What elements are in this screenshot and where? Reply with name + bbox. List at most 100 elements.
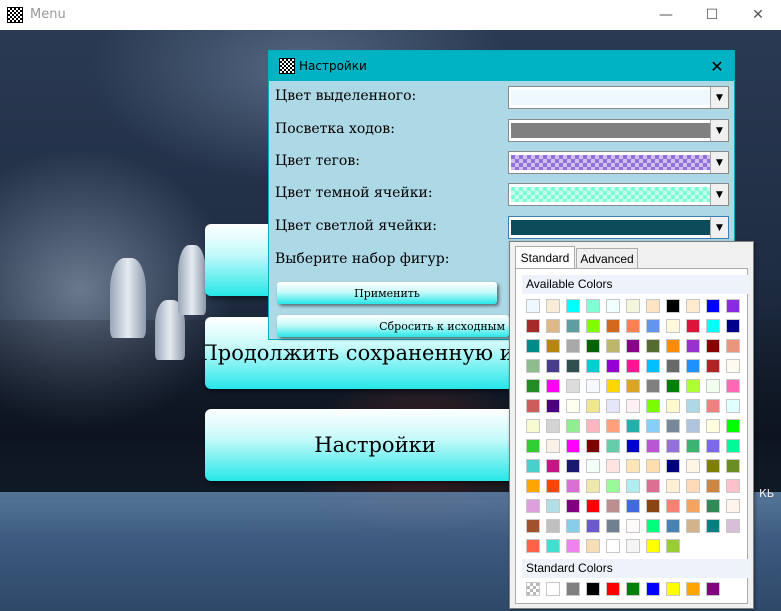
standard-color-cell[interactable] (666, 582, 680, 596)
color-cell[interactable] (706, 459, 720, 473)
light-cell-color-picker[interactable]: ▼ (508, 216, 729, 239)
color-cell[interactable] (646, 379, 660, 393)
standard-color-cell[interactable] (526, 582, 540, 596)
color-cell[interactable] (526, 439, 540, 453)
chevron-down-icon[interactable]: ▼ (710, 152, 728, 173)
color-cell[interactable] (606, 479, 620, 493)
color-cell[interactable] (626, 519, 640, 533)
color-cell[interactable] (626, 539, 640, 553)
color-cell[interactable] (526, 359, 540, 373)
color-cell[interactable] (626, 379, 640, 393)
tab-standard[interactable]: Standard (515, 246, 575, 268)
color-cell[interactable] (646, 339, 660, 353)
color-cell[interactable] (646, 539, 660, 553)
color-cell[interactable] (606, 539, 620, 553)
color-cell[interactable] (666, 339, 680, 353)
color-cell[interactable] (586, 299, 600, 313)
chevron-down-icon[interactable]: ▼ (710, 120, 728, 141)
color-cell[interactable] (586, 459, 600, 473)
color-cell[interactable] (726, 479, 740, 493)
color-cell[interactable] (566, 319, 580, 333)
color-cell[interactable] (626, 439, 640, 453)
color-cell[interactable] (526, 499, 540, 513)
color-cell[interactable] (686, 319, 700, 333)
color-cell[interactable] (546, 439, 560, 453)
color-cell[interactable] (686, 439, 700, 453)
color-cell[interactable] (666, 499, 680, 513)
color-cell[interactable] (626, 399, 640, 413)
color-cell[interactable] (546, 379, 560, 393)
color-cell[interactable] (566, 519, 580, 533)
color-cell[interactable] (686, 359, 700, 373)
color-cell[interactable] (726, 519, 740, 533)
color-cell[interactable] (646, 519, 660, 533)
color-cell[interactable] (546, 499, 560, 513)
color-cell[interactable] (606, 319, 620, 333)
color-cell[interactable] (606, 359, 620, 373)
color-cell[interactable] (566, 419, 580, 433)
color-cell[interactable] (666, 319, 680, 333)
color-cell[interactable] (606, 499, 620, 513)
color-cell[interactable] (526, 539, 540, 553)
color-cell[interactable] (706, 499, 720, 513)
color-cell[interactable] (646, 419, 660, 433)
color-cell[interactable] (566, 359, 580, 373)
color-cell[interactable] (606, 299, 620, 313)
color-cell[interactable] (706, 399, 720, 413)
color-cell[interactable] (666, 479, 680, 493)
color-cell[interactable] (546, 399, 560, 413)
color-cell[interactable] (646, 499, 660, 513)
settings-button[interactable]: Настройки (205, 409, 545, 481)
color-cell[interactable] (686, 419, 700, 433)
tab-advanced[interactable]: Advanced (576, 248, 638, 268)
color-cell[interactable] (566, 479, 580, 493)
color-cell[interactable] (646, 399, 660, 413)
color-cell[interactable] (526, 299, 540, 313)
color-cell[interactable] (726, 339, 740, 353)
standard-color-cell[interactable] (686, 582, 700, 596)
color-cell[interactable] (586, 479, 600, 493)
color-cell[interactable] (666, 419, 680, 433)
color-cell[interactable] (546, 419, 560, 433)
color-cell[interactable] (666, 439, 680, 453)
color-cell[interactable] (566, 459, 580, 473)
color-cell[interactable] (586, 379, 600, 393)
color-cell[interactable] (566, 399, 580, 413)
color-cell[interactable] (706, 479, 720, 493)
color-cell[interactable] (566, 499, 580, 513)
color-cell[interactable] (526, 519, 540, 533)
color-cell[interactable] (706, 359, 720, 373)
close-button[interactable]: ✕ (735, 0, 781, 30)
color-cell[interactable] (586, 519, 600, 533)
color-cell[interactable] (706, 319, 720, 333)
color-cell[interactable] (726, 399, 740, 413)
color-cell[interactable] (586, 339, 600, 353)
color-cell[interactable] (646, 299, 660, 313)
color-cell[interactable] (566, 299, 580, 313)
color-cell[interactable] (686, 479, 700, 493)
color-cell[interactable] (526, 399, 540, 413)
color-cell[interactable] (666, 539, 680, 553)
color-cell[interactable] (726, 359, 740, 373)
color-cell[interactable] (546, 479, 560, 493)
color-cell[interactable] (606, 439, 620, 453)
color-cell[interactable] (586, 319, 600, 333)
standard-color-cell[interactable] (626, 582, 640, 596)
reset-defaults-button[interactable]: Сбросить к исходным (277, 315, 509, 337)
color-cell[interactable] (606, 379, 620, 393)
apply-button[interactable]: Применить (277, 282, 497, 304)
color-cell[interactable] (706, 339, 720, 353)
color-cell[interactable] (666, 359, 680, 373)
color-cell[interactable] (546, 359, 560, 373)
color-cell[interactable] (626, 479, 640, 493)
color-cell[interactable] (606, 419, 620, 433)
color-cell[interactable] (726, 459, 740, 473)
color-cell[interactable] (606, 459, 620, 473)
maximize-button[interactable]: ☐ (689, 0, 735, 30)
color-cell[interactable] (706, 379, 720, 393)
color-cell[interactable] (666, 299, 680, 313)
color-cell[interactable] (726, 439, 740, 453)
color-cell[interactable] (526, 419, 540, 433)
color-cell[interactable] (666, 519, 680, 533)
color-cell[interactable] (566, 539, 580, 553)
